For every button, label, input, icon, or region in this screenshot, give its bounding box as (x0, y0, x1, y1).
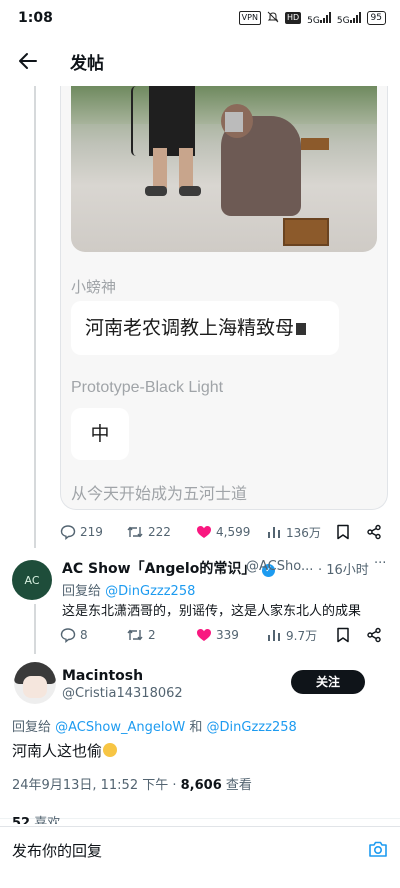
home-indicator (0, 874, 400, 888)
more-options-icon[interactable]: ··· (374, 556, 386, 571)
reply-to-line: 回复给 @ACShow_AngeloW 和 @DinGzzz258 (12, 716, 297, 735)
tweet-actions: 8 2 339 9.7万 (60, 623, 390, 647)
tweet-view-label: 查看 (221, 778, 252, 793)
retweet-count: 222 (148, 525, 171, 539)
like-button[interactable]: 339 (196, 627, 266, 643)
reply-input[interactable]: 发布你的回复 (12, 840, 102, 861)
reply-author-handle[interactable]: @ACSho... (246, 559, 313, 574)
reply-timestamp: · 16小时 (318, 563, 369, 578)
reply-author-name[interactable]: AC Show「Angelo的常识」 ✓ (62, 558, 276, 578)
reply-button[interactable]: 219 (60, 524, 126, 540)
post-photo[interactable] (71, 86, 377, 252)
retweet-button[interactable]: 2 (126, 627, 196, 643)
vpn-icon: VPN (238, 11, 261, 25)
quoted-content-card[interactable]: 小螃神 河南老农调教上海精致母 Prototype-Black Light 中 … (60, 86, 388, 510)
retweet-button[interactable]: 222 (126, 524, 196, 540)
follow-button[interactable]: 关注 (291, 670, 365, 694)
retweet-icon (127, 526, 143, 538)
network-type-2: 5G (336, 15, 350, 26)
like-count: 339 (216, 628, 239, 642)
quoted-footer: 从今天开始成为五河士道 (71, 484, 248, 503)
like-button[interactable]: 4,599 (196, 524, 266, 540)
arrow-left-icon[interactable] (0, 36, 56, 86)
reply-icon (60, 525, 76, 540)
tweet-text-content: 河南人这也偷 (12, 742, 103, 760)
reply-composer[interactable]: 发布你的回复 (0, 826, 400, 874)
hd-icon: HD (284, 12, 302, 24)
status-bar: 1:08 VPN HD 5G 5G 95 (0, 0, 400, 36)
views-icon (268, 527, 280, 538)
bookmark-icon (337, 524, 349, 540)
tweet-date: 24年9月13日, 11:52 下午 · (12, 778, 181, 793)
reply-count: 8 (80, 628, 88, 642)
app-header: 发帖 (0, 36, 400, 86)
share-button[interactable] (366, 627, 390, 643)
thread-connector (34, 86, 36, 548)
quoted-label: Prototype-Black Light (71, 379, 224, 396)
heart-filled-icon (197, 526, 211, 538)
author-name[interactable]: Macintosh (62, 668, 143, 684)
likes-label: 喜欢 (30, 816, 61, 824)
mention-link[interactable]: @DinGzzz258 (207, 720, 297, 735)
status-time: 1:08 (18, 10, 53, 26)
heart-filled-icon (197, 629, 211, 641)
like-count: 4,599 (216, 525, 251, 539)
mention-link[interactable]: @DinGzzz258 (105, 584, 195, 599)
retweet-count: 2 (148, 628, 156, 642)
reply-text: 这是东北潇洒哥的，别谣传，这是人家东北人的成果 (62, 604, 362, 619)
signal-icon-1: 5G (307, 11, 331, 26)
network-type-1: 5G (307, 15, 320, 26)
reply-count: 219 (80, 525, 103, 539)
reply-button[interactable]: 8 (60, 627, 126, 643)
avatar[interactable] (14, 662, 56, 704)
author-handle[interactable]: @Cristia14318062 (62, 686, 183, 701)
views-icon (268, 630, 280, 641)
likes-count: 52 (12, 816, 31, 824)
tweet-actions: 219 222 4,599 136万 (60, 520, 390, 544)
page-title: 发帖 (70, 53, 104, 74)
likes-summary[interactable]: 52 喜欢 (12, 812, 60, 824)
avatar-text: AC (24, 573, 40, 587)
tweet-text: 河南人这也偷 (12, 740, 118, 761)
bookmark-button[interactable] (336, 627, 366, 643)
signal-icon-2: 5G (337, 11, 361, 26)
mute-icon (267, 11, 279, 26)
views-button[interactable]: 136万 (266, 524, 336, 541)
quoted-bubble: 河南老农调教上海精致母 (71, 301, 339, 355)
bookmark-icon (337, 627, 349, 643)
tweet-view-count: 8,606 (180, 778, 222, 793)
share-icon (367, 627, 381, 643)
avatar[interactable]: AC (12, 560, 52, 600)
views-count: 9.7万 (286, 628, 318, 643)
quoted-bubble-2: 中 (71, 408, 129, 460)
retweet-icon (127, 629, 143, 641)
camera-icon[interactable] (368, 840, 388, 862)
views-button[interactable]: 9.7万 (266, 627, 336, 644)
share-button[interactable] (366, 524, 390, 540)
reply-author-name-text: AC Show「Angelo的常识」 (62, 561, 256, 577)
quoted-author: 小螃神 (71, 278, 117, 296)
quoted-bubble-text: 河南老农调教上海精致母 (85, 317, 295, 339)
reply-to-and: 和 (185, 720, 207, 735)
battery-icon: 95 (366, 11, 386, 25)
views-count: 136万 (286, 525, 321, 540)
share-icon (367, 524, 381, 540)
bookmark-button[interactable] (336, 524, 366, 540)
reply-to-prefix: 回复给 (12, 720, 56, 735)
reply-to-prefix: 回复给 (62, 584, 106, 599)
mosaic-censor (296, 322, 307, 335)
rofl-emoji-icon (103, 743, 118, 757)
status-icons: VPN HD 5G 5G 95 (238, 11, 386, 26)
reply-to-line: 回复给 @DinGzzz258 (62, 580, 195, 599)
reply-icon (60, 628, 76, 643)
mention-link[interactable]: @ACShow_AngeloW (55, 720, 185, 735)
tweet-meta: 24年9月13日, 11:52 下午 · 8,606 查看 (12, 774, 252, 793)
